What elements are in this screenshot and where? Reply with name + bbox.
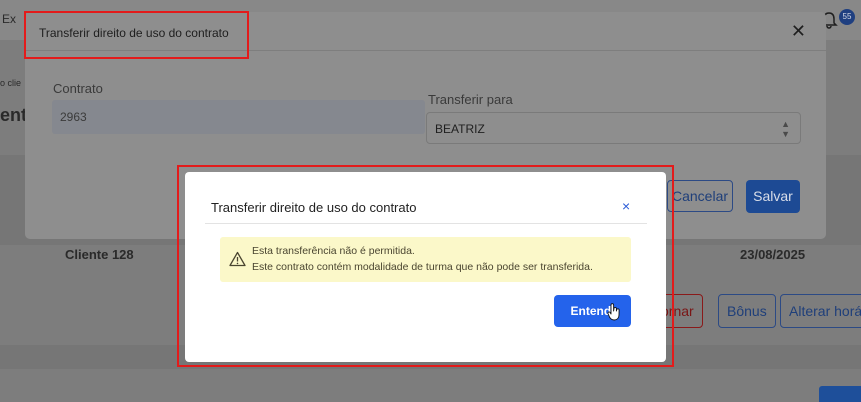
select-arrows-icon: ▲ ▼ [781,119,790,139]
bonus-button[interactable]: Bônus [718,294,776,328]
transfer-to-label: Transferir para [428,92,513,107]
topbar-app-label: Ex [2,12,17,26]
action-button-fragment[interactable] [819,386,861,402]
breadcrumb-fragment: o clie [0,78,22,88]
client-name: Cliente 128 [65,247,134,262]
highlight-box-title [24,11,249,59]
save-button[interactable]: Salvar [746,180,800,213]
alterar-horario-button[interactable]: Alterar horá [780,294,861,328]
highlight-box-dialog [177,165,674,367]
transfer-to-select[interactable]: BEATRIZ ▲ ▼ [426,112,801,144]
transfer-to-value: BEATRIZ [435,122,485,136]
contract-date: 23/08/2025 [740,247,806,262]
cancel-button[interactable]: Cancelar [667,180,733,212]
notification-badge: 55 [839,9,855,25]
contract-field: 2963 [52,100,425,134]
close-icon[interactable]: ✕ [791,21,806,42]
contract-label: Contrato [53,81,103,96]
page-title-fragment: ent [0,105,27,125]
